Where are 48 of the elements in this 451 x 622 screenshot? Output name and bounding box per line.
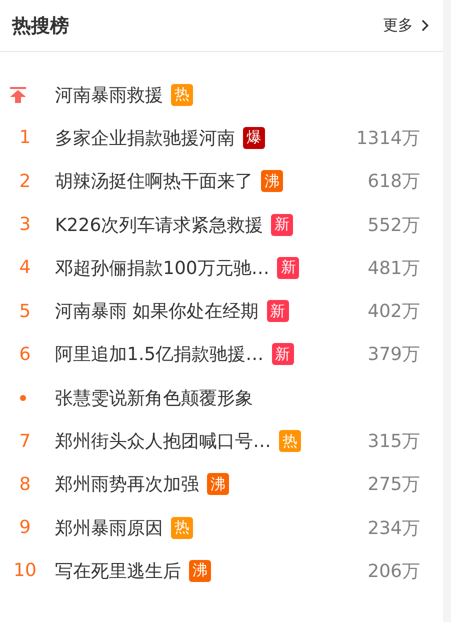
topic-link[interactable]: 多家企业捐款驰援河南 [55,126,235,150]
heat-count: 552万 [366,214,421,237]
rank-number: 6 [19,344,31,365]
topic-link[interactable]: 张慧雯说新角色颠覆形象 [55,386,253,410]
topic-link[interactable]: 郑州雨势再次加强 [55,472,199,496]
label-tag: 沸 [261,170,283,192]
heat-count: 379万 [366,343,421,366]
heat-count: 234万 [366,516,421,540]
label-tag: 爆 [243,126,265,149]
rank-number: 1 [19,127,31,148]
topic-link[interactable]: 郑州街头众人抱团喊口号… [55,429,271,454]
heat-count: 618万 [366,170,421,194]
heat-count: 206万 [366,560,421,583]
panel-title: 热搜榜 [12,14,69,38]
topic-link[interactable]: K226次列车请求紧急救援 [55,212,264,237]
more-link[interactable]: 更多 [383,16,429,35]
rank-number: 3 [19,214,31,236]
heat-count: 1314万 [355,126,421,150]
heat-count: 402万 [366,300,421,324]
dot-icon [20,394,26,401]
rank-number: 2 [19,170,31,192]
heat-count: 481万 [366,256,421,280]
chevron-right-icon [421,19,429,32]
topic-link[interactable]: 郑州暴雨原因 [55,516,163,540]
topic-link[interactable]: 邓超孙俪捐款100万元驰… [55,256,270,280]
label-tag: 新 [271,214,294,236]
topic-link[interactable]: 胡辣汤挺住啊热干面来了 [55,169,253,194]
label-tag: 沸 [207,473,229,496]
rank-number: 8 [19,474,31,495]
topic-link[interactable]: 河南暴雨 如果你处在经期 [55,299,259,324]
label-tag: 新 [266,300,289,322]
label-tag: 热 [279,430,301,452]
rank-number: 9 [19,517,31,538]
rank-number: 10 [14,560,36,582]
topic-link[interactable]: 河南暴雨救援 [55,82,163,107]
topic-link[interactable]: 写在死里逃生后 [55,558,181,583]
pin-top-icon [9,86,27,104]
label-tag: 新 [272,343,294,366]
rank-number: 5 [19,300,31,322]
rank-number: 7 [19,430,31,452]
label-tag: 热 [171,516,193,539]
rank-number: 4 [19,257,31,278]
topic-link[interactable]: 阿里追加1.5亿捐款驰援… [55,342,264,366]
label-tag: 热 [171,84,193,106]
heat-count: 275万 [366,473,421,496]
label-tag: 新 [277,256,300,279]
heat-count: 315万 [366,430,421,454]
label-tag: 沸 [189,560,211,582]
